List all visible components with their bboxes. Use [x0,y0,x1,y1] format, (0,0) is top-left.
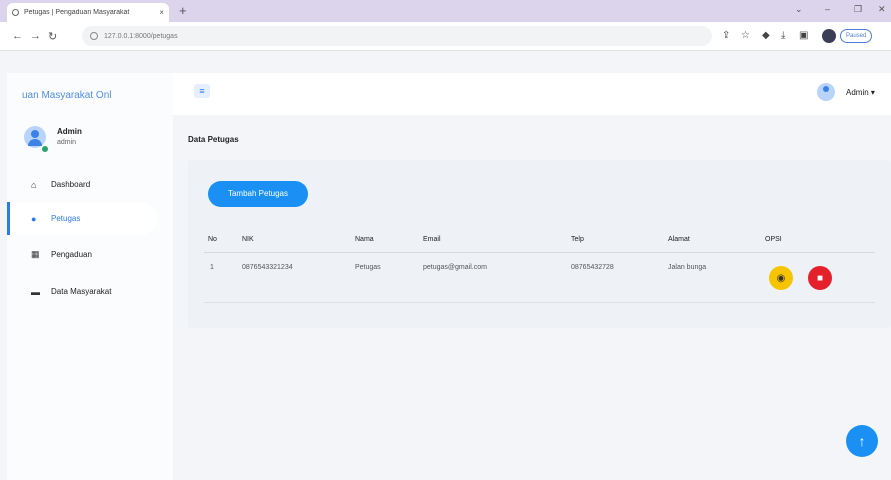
table-row-divider [204,302,875,303]
cell-telp: 08765432728 [571,264,614,271]
add-petugas-button[interactable]: Tambah Petugas [208,181,308,207]
tab-search-icon[interactable]: ⌄ [795,4,803,15]
url-bar[interactable]: 127.0.0.1:8000/petugas [82,26,712,46]
sidebar-item-label: Pengaduan [51,250,92,259]
tab-close-icon[interactable]: × [159,8,164,17]
column-header-nama: Nama [355,236,374,243]
profile-button[interactable]: Paused [822,27,880,45]
cell-nik: 0876543321234 [242,264,293,271]
forward-icon[interactable]: → [30,30,41,42]
user-icon: ● [31,213,37,224]
back-icon[interactable]: ← [12,30,23,42]
profile-avatar [822,29,836,43]
delete-button[interactable]: ■ [808,266,832,290]
table-icon: ▦ [31,249,40,259]
sidebar-item-pengaduan[interactable]: ▦ Pengaduan [7,238,157,271]
site-info-icon[interactable] [90,32,98,40]
eye-icon: ◉ [776,272,786,284]
cell-email: petugas@gmail.com [423,264,487,271]
column-header-alamat: Alamat [668,236,690,243]
menu-toggle-icon[interactable]: ≡ [194,84,210,98]
sidebar-item-label: Dashboard [51,180,91,189]
table-header-divider [204,252,875,253]
browser-tab-bar: Petugas | Pengaduan Masyarakat × + ⌄ – ❐… [0,0,891,22]
user-role: admin [57,139,77,146]
id-card-icon: ▬ [31,286,40,297]
minimize-icon[interactable]: – [825,4,830,14]
reload-icon[interactable]: ↻ [48,30,57,43]
sidebar-item-label: Data Masyarakat [51,287,112,296]
online-status-dot [42,146,48,152]
arrow-up-icon: ↑ [858,433,866,449]
admin-dropdown[interactable]: Admin ▾ [846,88,875,97]
maximize-icon[interactable]: ❐ [854,4,862,15]
download-icon[interactable]: ⤓ [781,30,785,41]
new-tab-button[interactable]: + [179,3,187,18]
column-header-email: Email [423,236,441,243]
admin-avatar[interactable] [817,83,835,101]
scroll-to-top-button[interactable]: ↑ [846,425,878,457]
sidebar-item-data-masyarakat[interactable]: ▬ Data Masyarakat [7,275,157,308]
tab-title: Petugas | Pengaduan Masyarakat [24,9,130,16]
bookmark-star-icon[interactable]: ☆ [741,30,750,41]
top-navbar [173,73,891,115]
sidebar-item-petugas[interactable]: ● Petugas [7,202,157,235]
cell-alamat: Jalan bunga [668,264,707,271]
share-icon[interactable]: ⇪ [722,30,730,41]
column-header-no: No [208,236,217,243]
trash-icon: ■ [816,272,824,284]
sidebar-item-label: Petugas [51,214,81,223]
extension-icon[interactable]: ◆ [762,30,770,41]
column-header-opsi: OPSI [765,236,782,243]
cell-no: 1 [210,264,214,271]
user-name: Admin [57,127,82,136]
sidebar-item-dashboard[interactable]: ⌂ Dashboard [7,168,157,201]
browser-tab[interactable]: Petugas | Pengaduan Masyarakat × [7,3,169,22]
column-header-nik: NIK [242,236,254,243]
home-icon: ⌂ [31,179,37,190]
user-avatar [24,126,46,148]
sidepanel-icon[interactable]: ▣ [799,30,808,41]
url-text: 127.0.0.1:8000/petugas [104,32,178,40]
brand-title[interactable]: uan Masyarakat Onl [22,90,112,101]
cell-nama: Petugas [355,264,381,271]
address-bar-row: ← → ↻ 127.0.0.1:8000/petugas ⇪ ☆ ◆ ⤓ ▣ P… [0,22,891,51]
profile-status: Paused [840,29,873,43]
view-button[interactable]: ◉ [769,266,793,290]
column-header-telp: Telp [571,236,584,243]
globe-icon [12,9,19,16]
close-window-icon[interactable]: ✕ [878,4,886,15]
page-title: Data Petugas [188,135,239,144]
